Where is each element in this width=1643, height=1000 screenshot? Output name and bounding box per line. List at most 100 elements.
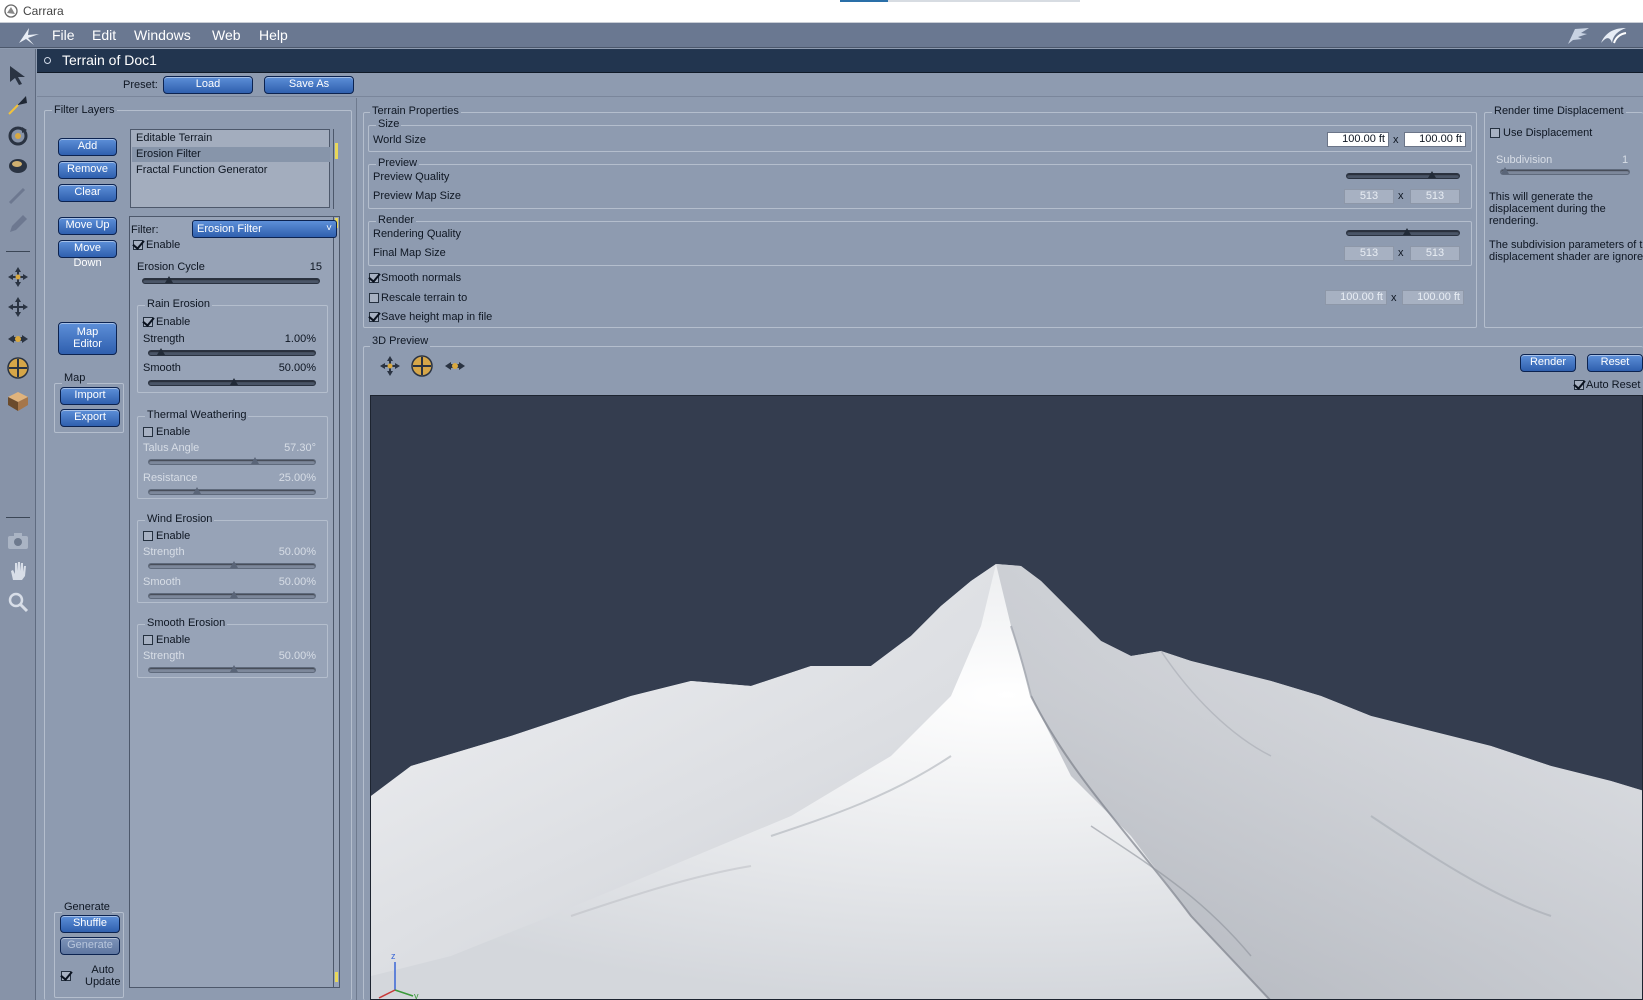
auto-update-checkbox[interactable] — [61, 971, 71, 981]
rendering-quality-slider[interactable] — [1346, 228, 1460, 236]
menu-web[interactable]: Web — [212, 27, 241, 43]
move-icon[interactable] — [378, 354, 402, 378]
thermal-enable-checkbox[interactable] — [143, 427, 153, 437]
remove-layer-button[interactable]: Remove — [58, 161, 117, 179]
smooth-erosion-enable-checkbox[interactable] — [143, 635, 153, 645]
filter-type-dropdown[interactable]: Erosion Filter ˅ — [192, 220, 337, 238]
smooth-normals-checkbox[interactable] — [369, 273, 379, 283]
menu-help[interactable]: Help — [259, 27, 288, 43]
wing-logo-icon[interactable] — [1565, 25, 1591, 47]
erosion-cycle-thumb[interactable] — [165, 276, 173, 283]
rescale-y-field[interactable]: 100.00 ft — [1402, 290, 1464, 305]
filter-enable-checkbox[interactable] — [133, 240, 143, 250]
filter-settings-scroll-thumb-bottom[interactable] — [335, 972, 338, 982]
wind-strength-thumb[interactable] — [230, 561, 238, 568]
wind-enable-checkbox[interactable] — [143, 531, 153, 541]
filter-settings-scrollbar[interactable] — [333, 216, 339, 988]
thermal-weathering-title: Thermal Weathering — [145, 409, 249, 421]
preview-map-x-field[interactable]: 513 — [1344, 189, 1394, 204]
use-displacement-checkbox[interactable] — [1490, 128, 1500, 138]
swoosh-logo-icon[interactable] — [1598, 25, 1628, 47]
layer-item-fractal-function-generator[interactable]: Fractal Function Generator — [132, 163, 330, 178]
rain-strength-thumb[interactable] — [156, 348, 165, 355]
auto-update-label: Auto Update — [85, 964, 121, 988]
map-editor-button[interactable]: Map Editor — [58, 322, 117, 355]
carrara-logo-icon[interactable] — [16, 25, 42, 47]
reset-button[interactable]: Reset — [1587, 354, 1643, 372]
layer-item-erosion-filter[interactable]: Erosion Filter — [132, 147, 330, 162]
shuffle-button[interactable]: Shuffle — [60, 915, 120, 933]
rain-smooth-thumb[interactable] — [230, 378, 238, 385]
generate-button[interactable]: Generate — [60, 937, 120, 955]
menu-edit[interactable]: Edit — [92, 27, 116, 43]
zoom-icon[interactable] — [6, 590, 30, 614]
talus-angle-thumb[interactable] — [251, 457, 259, 464]
bend-icon[interactable] — [6, 93, 30, 117]
auto-reset-checkbox[interactable] — [1574, 380, 1584, 390]
wind-strength-slider[interactable] — [148, 561, 316, 569]
add-layer-button[interactable]: Add — [58, 138, 117, 156]
brush-icon[interactable] — [6, 183, 30, 207]
preview-quality-thumb[interactable] — [1427, 171, 1436, 178]
clear-layers-button[interactable]: Clear — [58, 184, 117, 202]
move-down-button[interactable]: Move Down — [58, 240, 117, 269]
render-button[interactable]: Render — [1520, 354, 1576, 372]
document-status-icon[interactable] — [44, 57, 51, 64]
resistance-thumb[interactable] — [192, 487, 201, 494]
move-plane-icon[interactable] — [6, 327, 30, 351]
subdivision-slider[interactable] — [1500, 167, 1630, 175]
pointer-icon[interactable] — [6, 63, 30, 87]
wind-smooth-thumb[interactable] — [230, 591, 238, 598]
world-size-y-field[interactable]: 100.00 ft — [1404, 132, 1466, 147]
layer-list-scrollbar[interactable] — [333, 129, 339, 209]
preset-load-button[interactable]: Load — [163, 76, 253, 94]
move-icon[interactable] — [6, 265, 30, 289]
erosion-cycle-slider[interactable] — [142, 276, 320, 284]
layer-item-editable-terrain[interactable]: Editable Terrain — [132, 131, 330, 146]
rescale-x-field[interactable]: 100.00 ft — [1325, 290, 1387, 305]
camera-icon[interactable] — [6, 529, 30, 553]
spin-icon[interactable] — [6, 153, 30, 177]
dolly-icon[interactable] — [443, 354, 467, 378]
preview-map-y-field[interactable]: 513 — [1410, 189, 1460, 204]
smooth-erosion-strength-value: 50.00% — [278, 650, 316, 662]
rescale-terrain-checkbox[interactable] — [369, 293, 379, 303]
move-xy-icon[interactable] — [6, 295, 30, 319]
rendering-quality-thumb[interactable] — [1402, 228, 1411, 235]
map-import-button[interactable]: Import — [60, 387, 120, 405]
world-size-x-field[interactable]: 100.00 ft — [1327, 132, 1389, 147]
save-height-map-checkbox[interactable] — [369, 312, 379, 322]
terrain-icon[interactable] — [6, 389, 30, 413]
preset-save-as-button[interactable]: Save As — [264, 76, 354, 94]
resistance-slider[interactable] — [148, 487, 316, 495]
smooth-erosion-strength-slider[interactable] — [148, 665, 316, 673]
rotate-icon[interactable] — [6, 124, 30, 148]
wind-smooth-label: Smooth — [143, 576, 181, 588]
final-map-x-field[interactable]: 513 — [1344, 246, 1394, 261]
document-title: Terrain of Doc1 — [62, 52, 157, 68]
rain-erosion-enable-checkbox[interactable] — [143, 317, 153, 327]
menu-windows[interactable]: Windows — [134, 27, 191, 43]
final-map-y-field[interactable]: 513 — [1410, 246, 1460, 261]
preview-quality-slider[interactable] — [1346, 171, 1460, 179]
terrain-3d-viewport[interactable]: z y — [370, 395, 1643, 1000]
filter-enable-label: Enable — [146, 239, 181, 251]
rain-strength-slider[interactable] — [148, 348, 316, 356]
layer-list[interactable]: Editable Terrain Erosion Filter Fractal … — [130, 129, 330, 208]
menu-bar: File Edit Windows Web Help — [0, 23, 1643, 48]
wind-smooth-slider[interactable] — [148, 591, 316, 599]
move-up-button[interactable]: Move Up — [58, 217, 117, 235]
subdivision-thumb[interactable] — [1501, 167, 1509, 174]
map-export-button[interactable]: Export — [60, 409, 120, 427]
layer-list-scroll-thumb[interactable] — [335, 143, 338, 159]
talus-angle-slider[interactable] — [148, 457, 316, 465]
trackball-icon[interactable] — [6, 356, 30, 380]
app-icon — [4, 4, 18, 18]
hand-icon[interactable] — [6, 559, 30, 583]
pen-icon[interactable] — [6, 212, 30, 236]
rain-smooth-slider[interactable] — [148, 378, 316, 386]
trackball-icon[interactable] — [410, 354, 434, 378]
menu-file[interactable]: File — [52, 27, 75, 43]
smooth-erosion-strength-thumb[interactable] — [230, 665, 238, 672]
map-group-title: Map — [62, 372, 88, 384]
